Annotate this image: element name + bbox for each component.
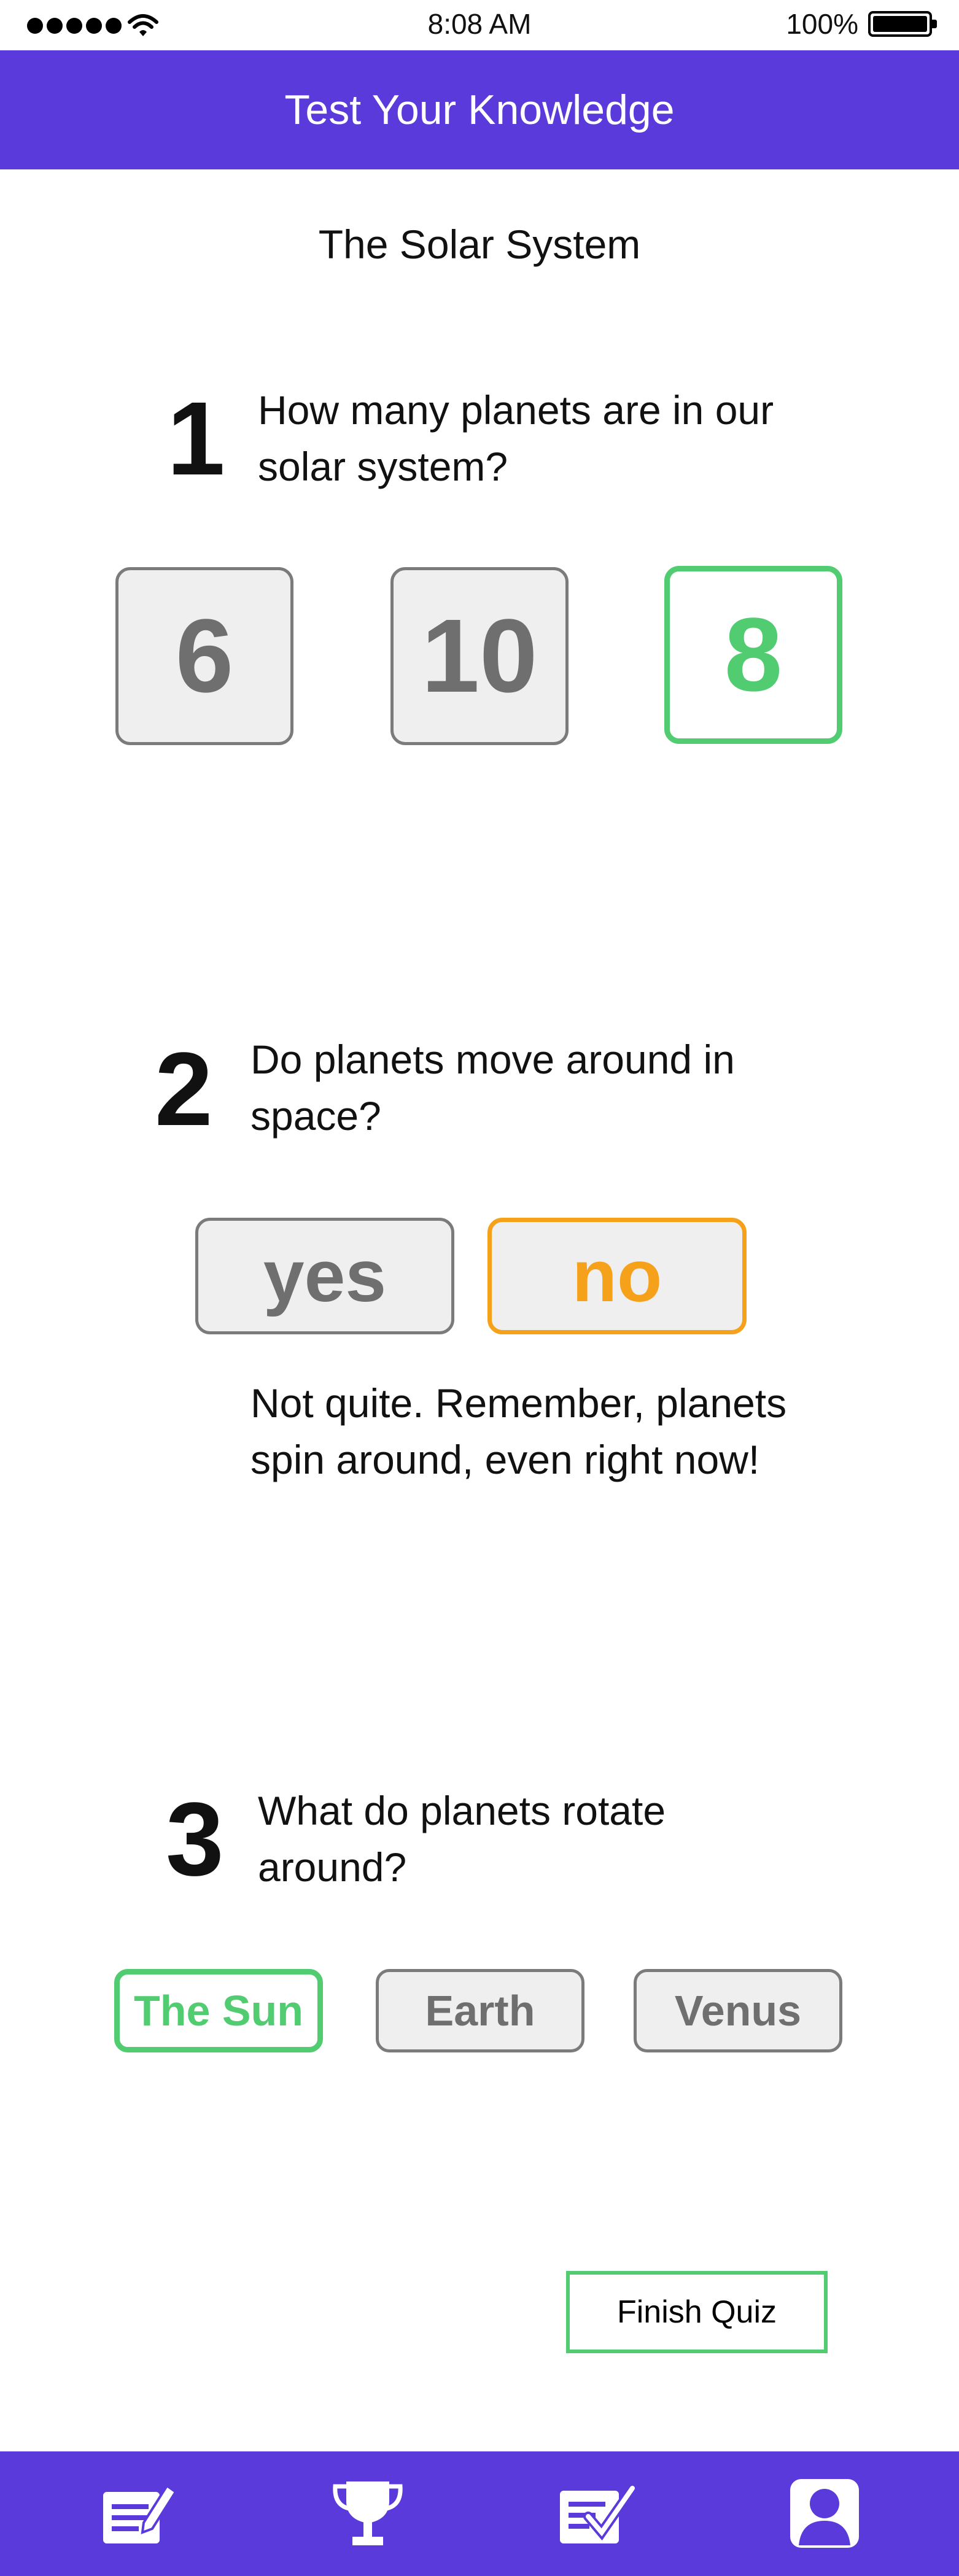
bottom-tab-bar: [0, 2451, 959, 2576]
tab-achievements[interactable]: [322, 2467, 414, 2559]
question-3-number: 3: [166, 1781, 224, 1898]
tab-checklist[interactable]: [550, 2467, 642, 2559]
edit-note-icon: [103, 2484, 177, 2543]
checklist-icon: [560, 2483, 636, 2543]
trophy-icon: [333, 2481, 403, 2545]
question-3-text: What do planets rotate around?: [258, 1788, 666, 1890]
question-1-number: 1: [167, 381, 225, 497]
battery-icon: [868, 11, 937, 37]
answer-option-8-selected-correct[interactable]: 8: [664, 566, 842, 744]
answer-option-no-selected-wrong[interactable]: no: [487, 1218, 747, 1334]
answer-option-the-sun-selected-correct[interactable]: The Sun: [114, 1969, 323, 2052]
app-header: Test Your Knowledge: [0, 50, 959, 169]
answer-option-10[interactable]: 10: [390, 567, 569, 745]
answer-option-yes[interactable]: yes: [195, 1218, 454, 1334]
page-title: Test Your Knowledge: [284, 87, 675, 133]
battery-percent: 100%: [786, 8, 858, 40]
answer-option-6[interactable]: 6: [115, 567, 293, 745]
finish-quiz-button[interactable]: Finish Quiz: [566, 2271, 828, 2353]
tab-quizzes[interactable]: [93, 2467, 185, 2559]
status-bar: 8:08 AM 100%: [0, 0, 959, 50]
battery-indicator: 100%: [786, 7, 937, 41]
profile-icon: [790, 2479, 859, 2548]
question-2-number: 2: [155, 1031, 213, 1148]
tab-profile[interactable]: [778, 2467, 871, 2559]
quiz-title: The Solar System: [318, 222, 641, 267]
answer-feedback: Not quite. Remember, planets spin around…: [250, 1380, 787, 1482]
question-1-text: How many planets are in our solar system…: [258, 387, 774, 489]
answer-option-earth[interactable]: Earth: [376, 1969, 584, 2052]
answer-option-venus[interactable]: Venus: [634, 1969, 842, 2052]
question-2-text: Do planets move around in space?: [250, 1037, 735, 1139]
